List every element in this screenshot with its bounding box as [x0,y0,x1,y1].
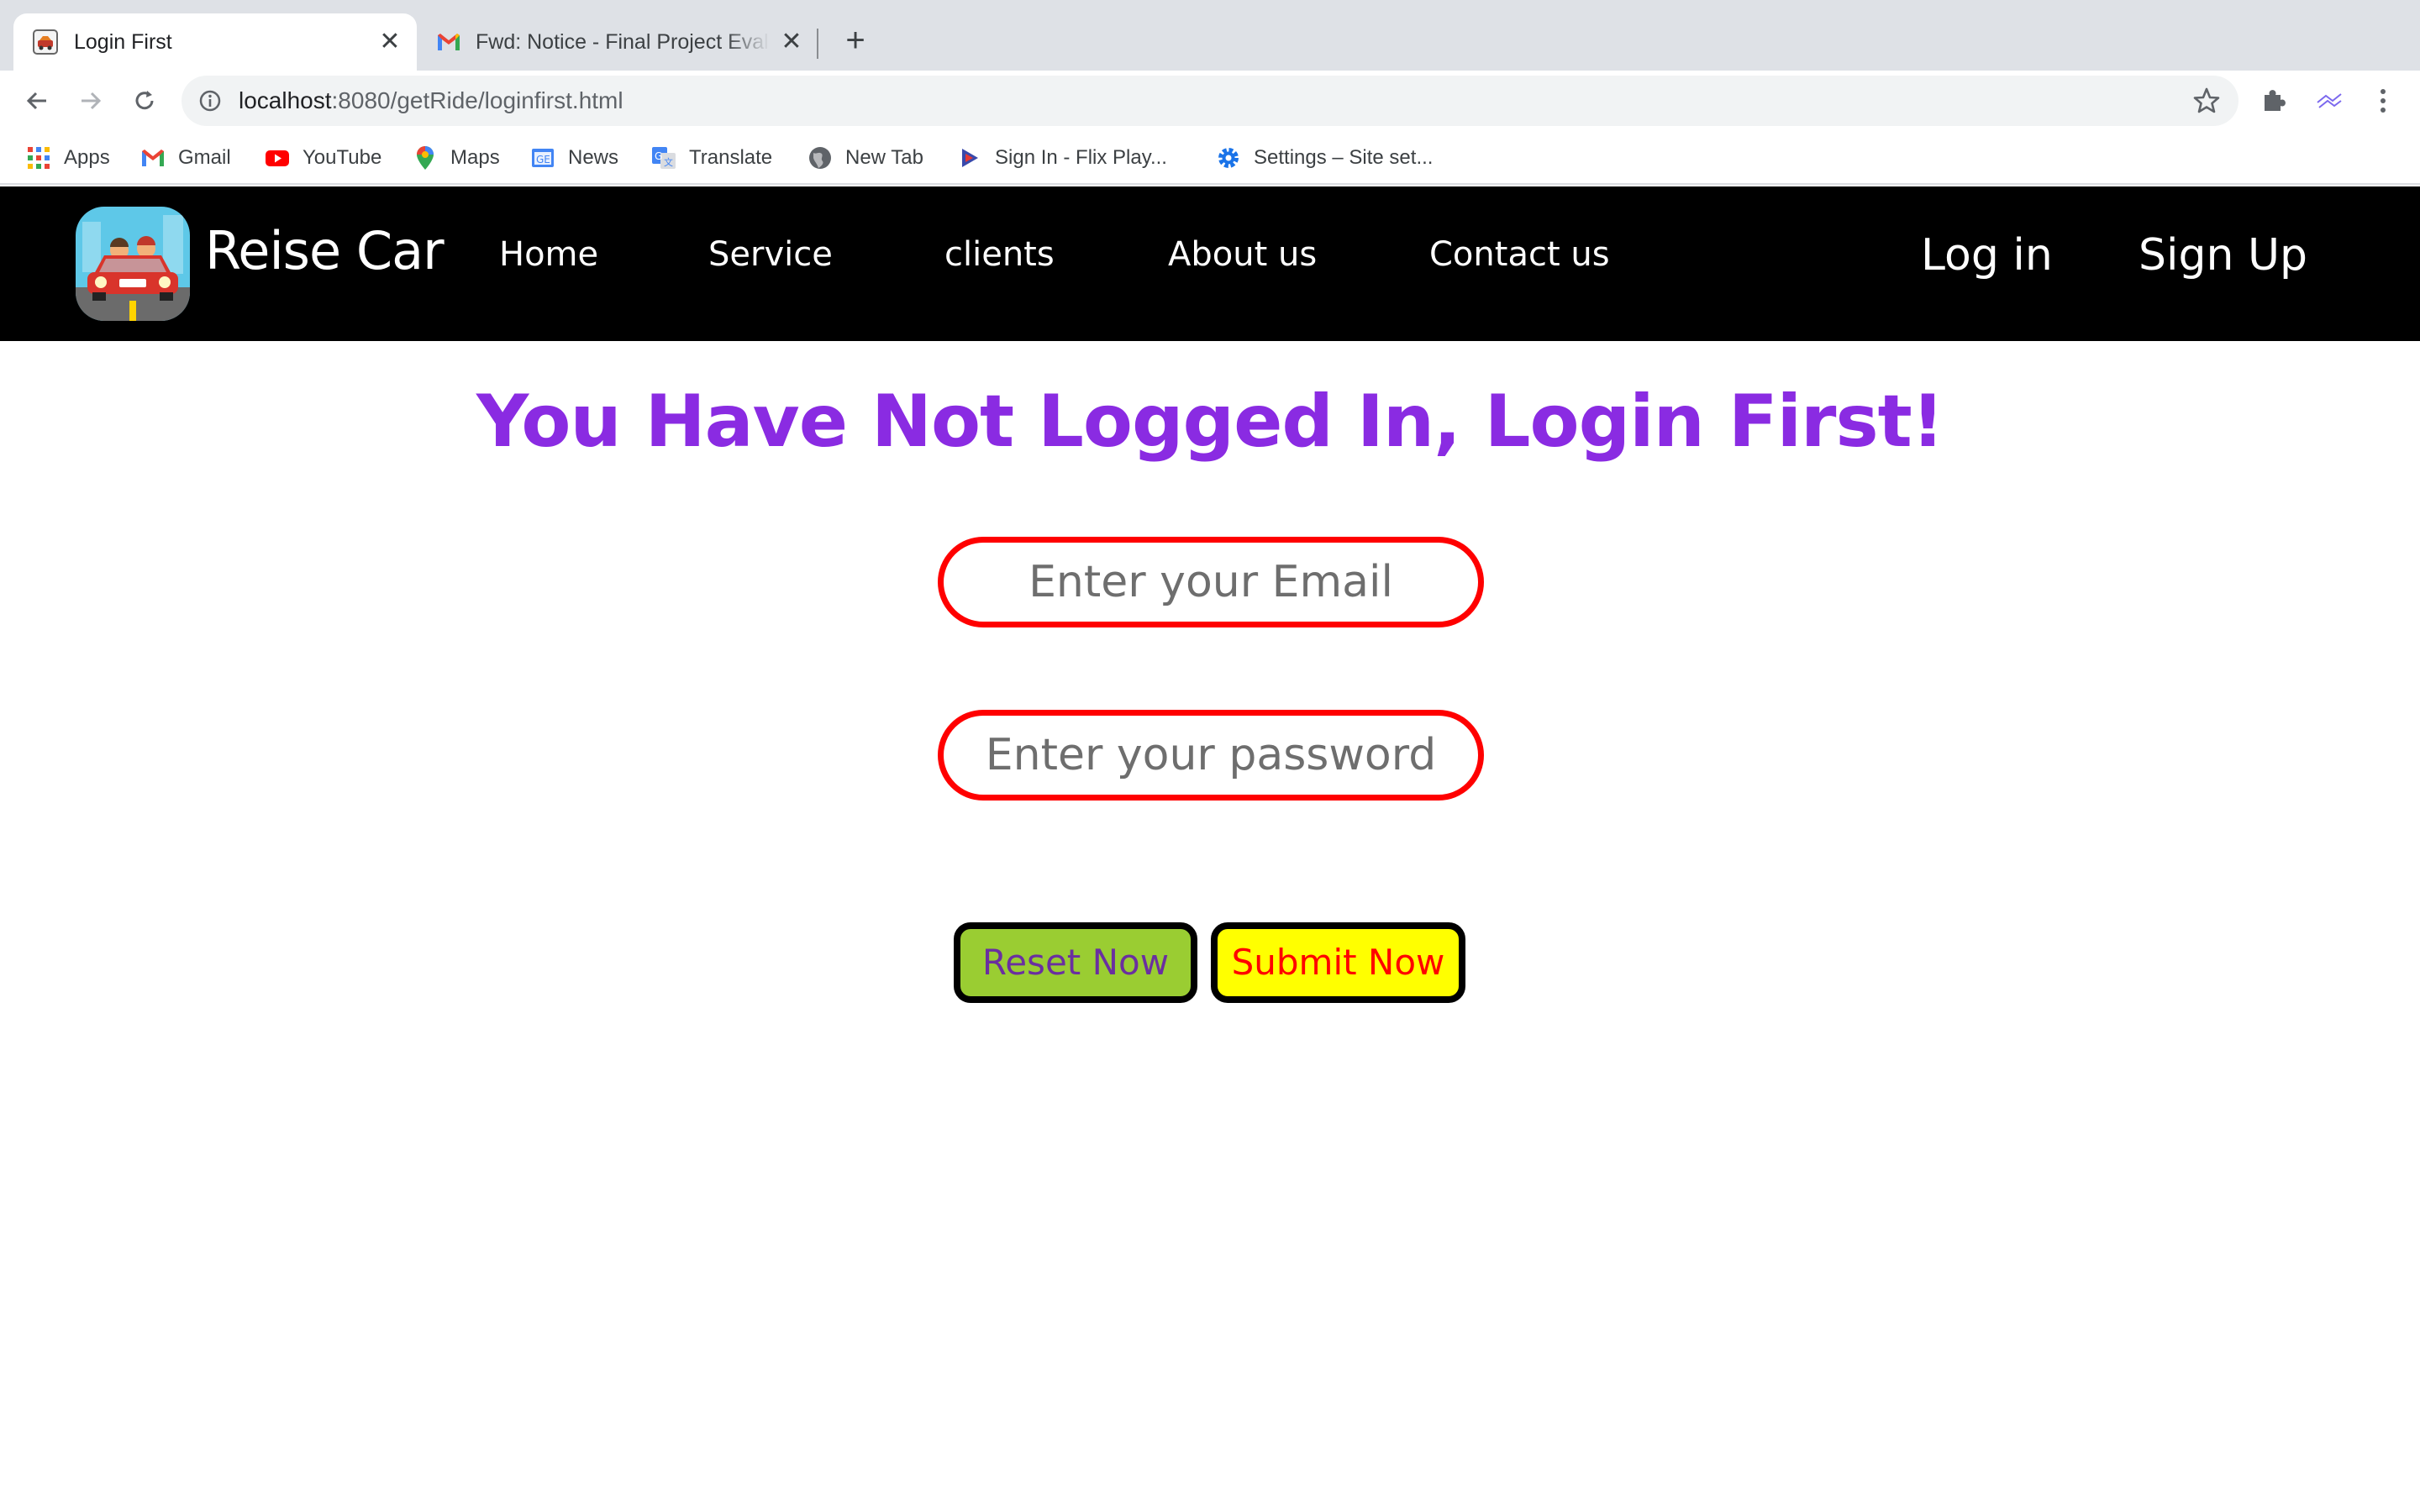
bookmark-apps[interactable]: Apps [25,143,110,173]
bookmark-flix-play[interactable]: Sign In - Flix Play... [956,143,1167,173]
forward-arrow-icon[interactable] [72,82,109,119]
bookmarks-bar: Apps Gmail YouTube Maps GE News G 文 Tran… [0,131,2420,185]
tab-title: Fwd: Notice - Final Project Evaluation [476,30,770,54]
car-logo-icon [33,29,58,55]
bookmark-news[interactable]: GE News [529,143,618,173]
info-icon[interactable] [198,89,222,113]
bookmark-youtube[interactable]: YouTube [264,143,381,173]
bookmark-maps[interactable]: Maps [412,143,500,173]
svg-text:GE: GE [536,154,550,165]
bookmark-settings[interactable]: Settings – Site set... [1215,143,1433,173]
globe-icon [809,147,831,169]
bookmark-translate[interactable]: G 文 Translate [650,143,772,173]
reload-icon[interactable] [126,82,163,119]
bookmark-new-tab[interactable]: New Tab [807,143,923,173]
signup-link[interactable]: Sign Up [2139,230,2307,281]
reise-car-logo[interactable] [76,207,190,321]
tab-title: Login First [74,30,172,54]
address-bar[interactable]: localhost:8080/getRide/loginfirst.html [182,76,2238,126]
login-link[interactable]: Log in [1921,230,2053,281]
new-tab-plus-icon[interactable]: + [837,24,874,60]
nav-link-home[interactable]: Home [499,235,598,274]
profile-avatar-icon[interactable] [2312,84,2346,118]
google-news-icon: GE [532,149,554,167]
nav-link-contact-us[interactable]: Contact us [1429,235,1610,274]
brand-name[interactable]: Reise Car [205,220,445,281]
back-arrow-icon[interactable] [18,82,55,119]
svg-text:G: G [655,150,662,162]
browser-tab-strip: Login First ✕ Fwd: Notice - Final Projec… [0,0,2420,71]
password-field[interactable] [938,710,1484,801]
url-text[interactable]: localhost:8080/getRide/loginfirst.html [239,87,623,114]
kebab-menu-icon[interactable] [2366,84,2400,118]
nav-link-about-us[interactable]: About us [1168,235,1317,274]
tab-gmail-notice[interactable]: Fwd: Notice - Final Project Evaluation ✕ [420,13,820,71]
nav-link-service[interactable]: Service [708,235,833,274]
site-navbar: Reise Car Home Service clients About us … [0,186,2420,341]
gmail-icon [142,150,164,166]
apps-grid-icon [28,147,50,169]
nav-link-clients[interactable]: clients [944,235,1055,274]
tab-divider [817,29,818,59]
svg-text:文: 文 [664,156,673,168]
close-icon[interactable]: ✕ [375,27,405,57]
page-title: You Have Not Logged In, Login First! [476,380,1944,464]
flix-play-icon [962,149,978,167]
tab-login-first[interactable]: Login First ✕ [13,13,417,71]
submit-button[interactable]: Submit Now [1211,922,1465,1003]
gear-icon [1218,148,1239,168]
youtube-icon [266,150,289,166]
gmail-icon [438,34,460,50]
google-translate-icon: G 文 [652,147,676,169]
bookmark-gmail[interactable]: Gmail [139,143,231,173]
reset-button[interactable]: Reset Now [954,922,1197,1003]
email-field[interactable] [938,537,1484,627]
bookmark-star-icon[interactable] [2191,86,2222,116]
close-icon[interactable]: ✕ [776,27,807,57]
browser-toolbar: localhost:8080/getRide/loginfirst.html [0,71,2420,131]
maps-pin-icon [417,146,434,170]
extensions-puzzle-icon[interactable] [2257,84,2291,118]
